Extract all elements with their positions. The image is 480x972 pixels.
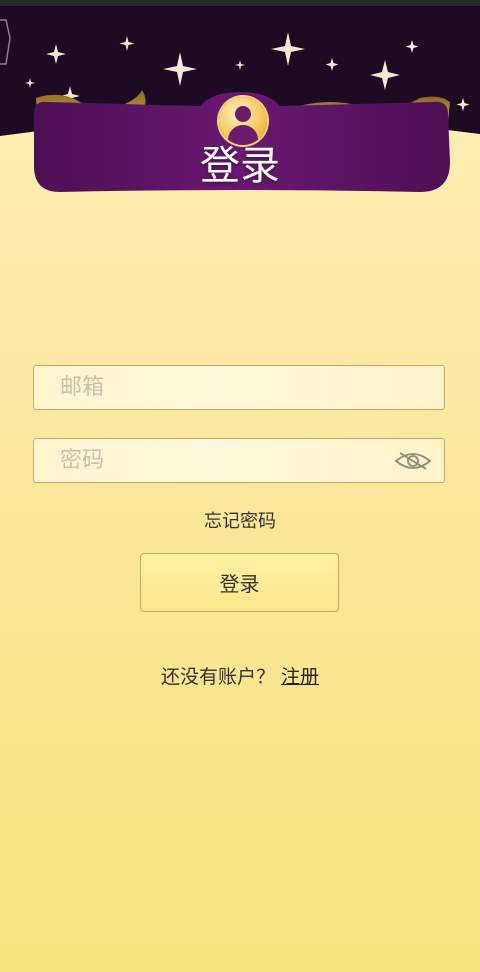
forgot-password-link[interactable]: 忘记密码 [0, 507, 480, 533]
avatar-icon [219, 97, 267, 145]
eye-off-icon[interactable] [394, 449, 432, 473]
login-button[interactable]: 登录 [140, 553, 339, 612]
email-field[interactable] [33, 365, 445, 410]
register-prompt-text: 还没有账户？ [160, 666, 275, 688]
register-prompt: 还没有账户？ 注册 [0, 662, 480, 689]
password-field[interactable] [33, 438, 445, 483]
email-input[interactable] [34, 366, 444, 409]
page-title: 登录 [200, 143, 280, 189]
password-input[interactable] [34, 439, 444, 482]
register-link[interactable]: 注册 [281, 666, 319, 688]
